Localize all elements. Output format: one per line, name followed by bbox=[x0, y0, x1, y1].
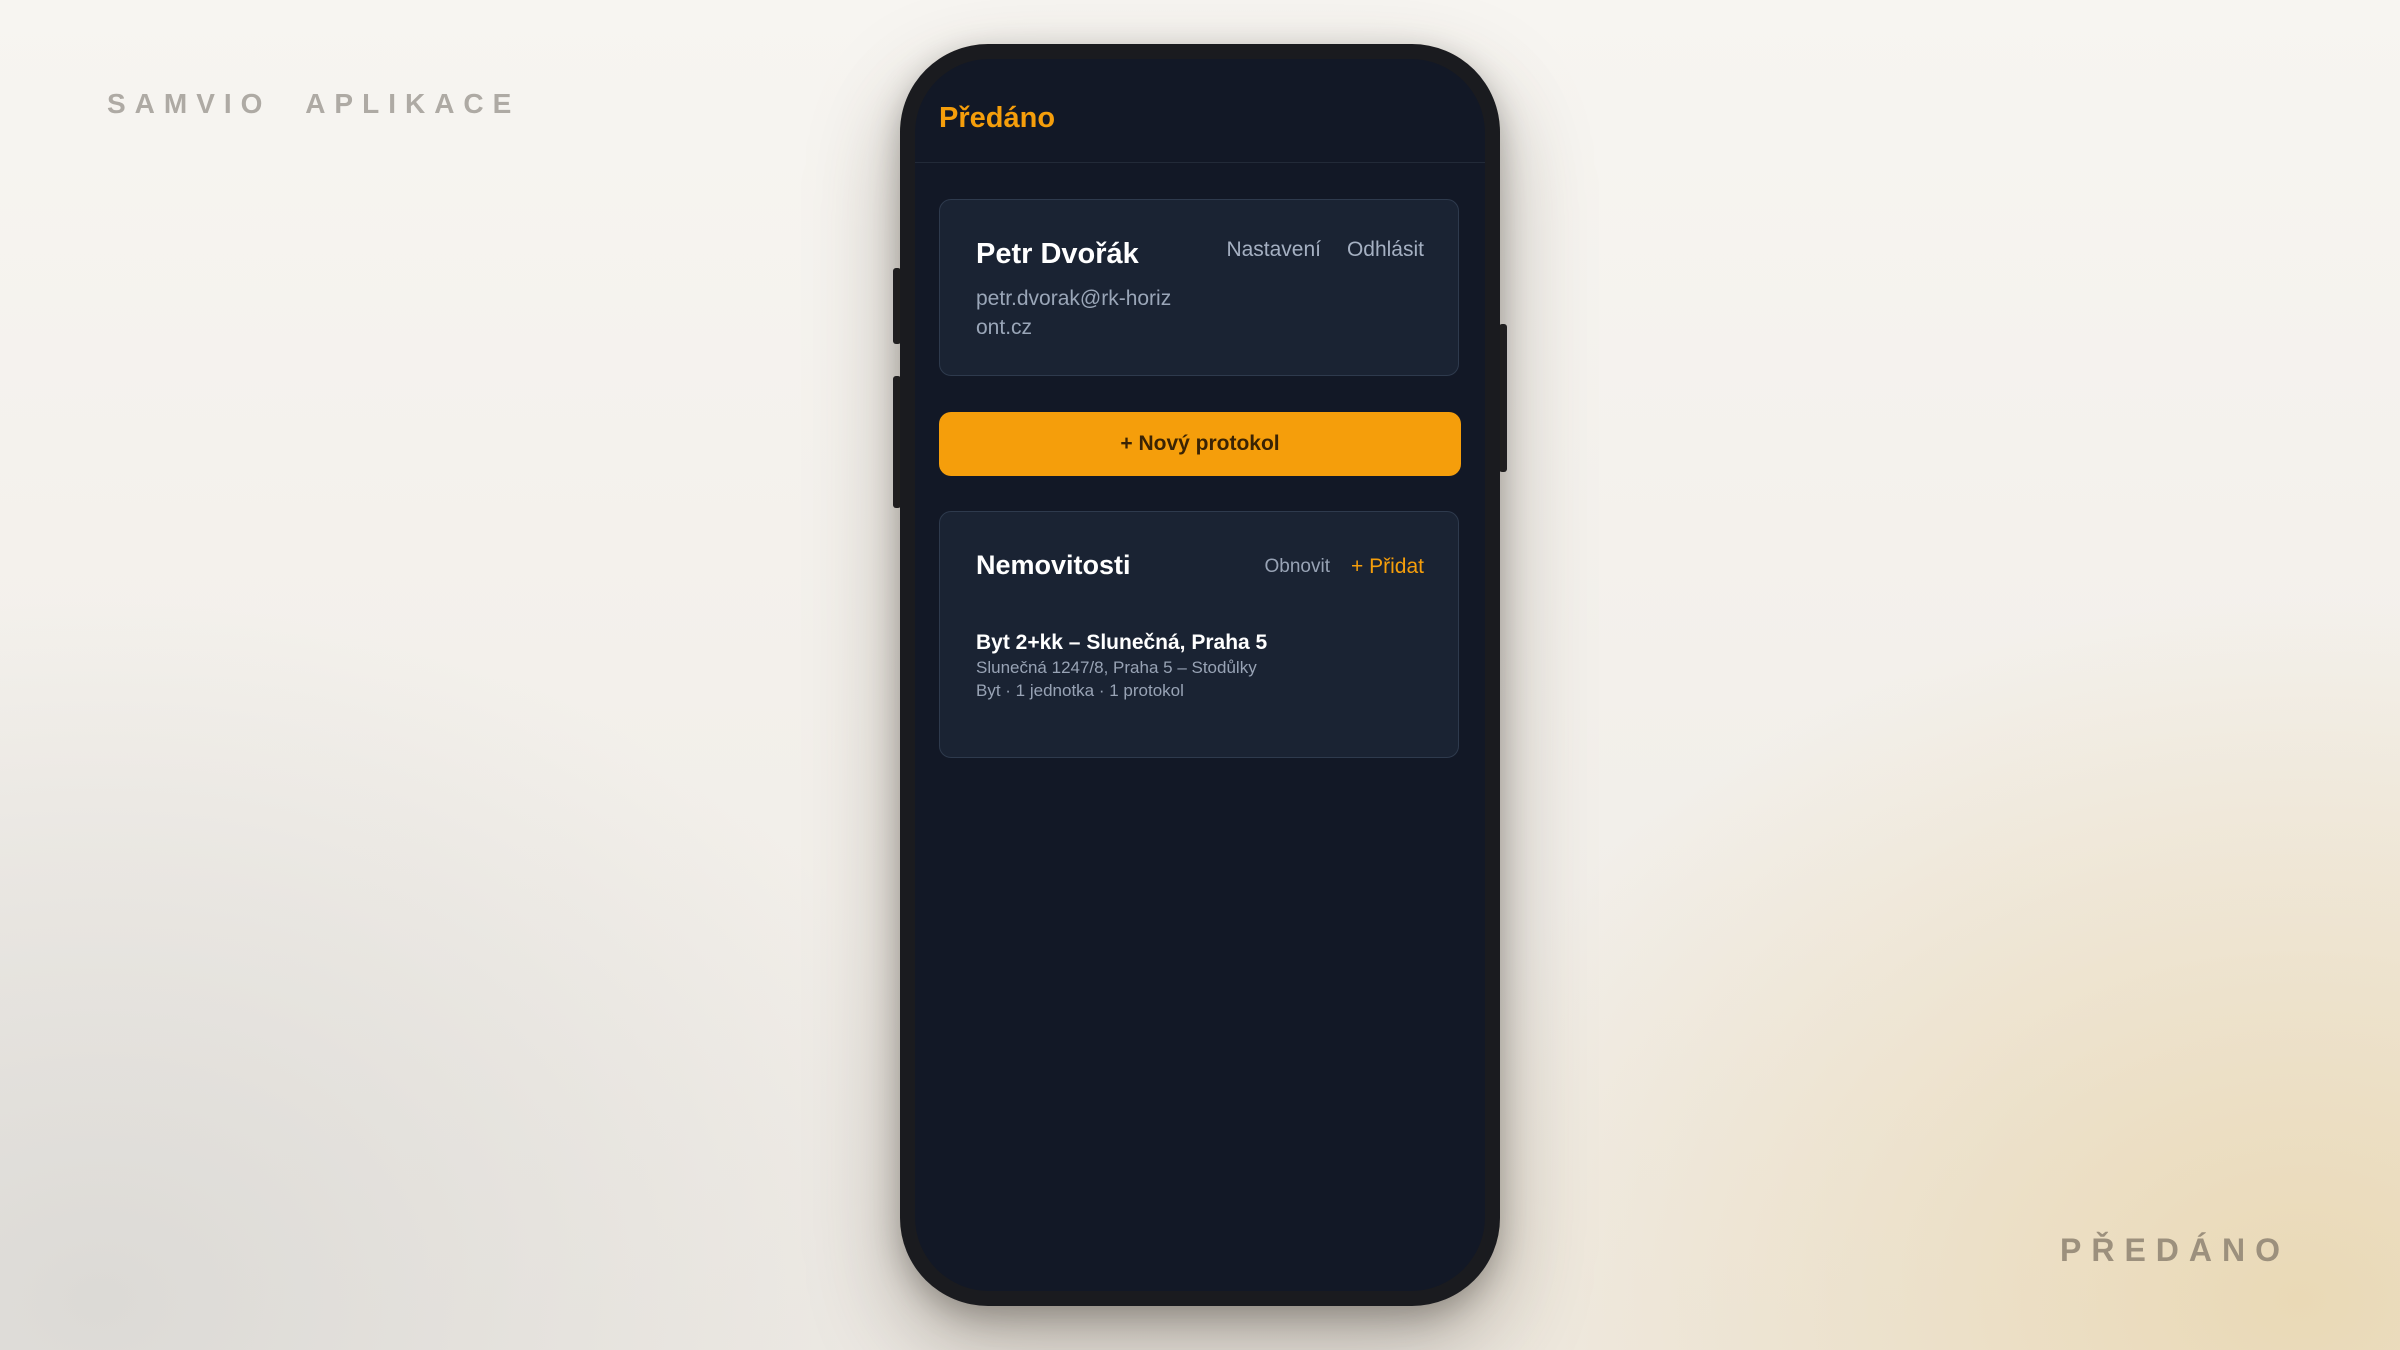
brand-label-bottom: PŘEDÁNO bbox=[2059, 1232, 2290, 1268]
property-name: Byt 2+kk – Slunečná, Praha 5 bbox=[976, 631, 1268, 654]
user-name: Petr Dvořák bbox=[976, 238, 1139, 270]
properties-title: Nemovitosti bbox=[976, 550, 1131, 580]
app-header: Předáno bbox=[915, 59, 1485, 163]
add-property-button[interactable]: + Přidat bbox=[1351, 555, 1424, 579]
property-address: Slunečná 1247/8, Praha 5 – Stodůlky bbox=[976, 658, 1257, 677]
brand-label-top: SAMVIO APLIKACE bbox=[107, 88, 521, 119]
new-protocol-button[interactable]: + Nový protokol bbox=[939, 412, 1461, 476]
properties-card: Nemovitosti Obnovit + Přidat Byt 2+kk – … bbox=[939, 511, 1459, 758]
phone-frame: Předáno Petr Dvořák petr.dvorak@rk-horiz… bbox=[900, 44, 1500, 1306]
phone-side-button-right bbox=[1499, 324, 1507, 472]
property-list-item[interactable]: Byt 2+kk – Slunečná, Praha 5 Slunečná 12… bbox=[976, 630, 1426, 710]
property-meta: Byt · 1 jednotka · 1 protokol bbox=[976, 681, 1184, 700]
refresh-button[interactable]: Obnovit bbox=[1265, 556, 1330, 578]
app-title: Předáno bbox=[939, 102, 1056, 134]
user-card: Petr Dvořák petr.dvorak@rk-horizont.cz N… bbox=[939, 199, 1459, 376]
user-email: petr.dvorak@rk-horizont.cz bbox=[976, 287, 1172, 339]
logout-link[interactable]: Odhlásit bbox=[1347, 238, 1424, 262]
phone-screen: Předáno Petr Dvořák petr.dvorak@rk-horiz… bbox=[915, 59, 1485, 1291]
settings-link[interactable]: Nastavení bbox=[1226, 238, 1321, 262]
